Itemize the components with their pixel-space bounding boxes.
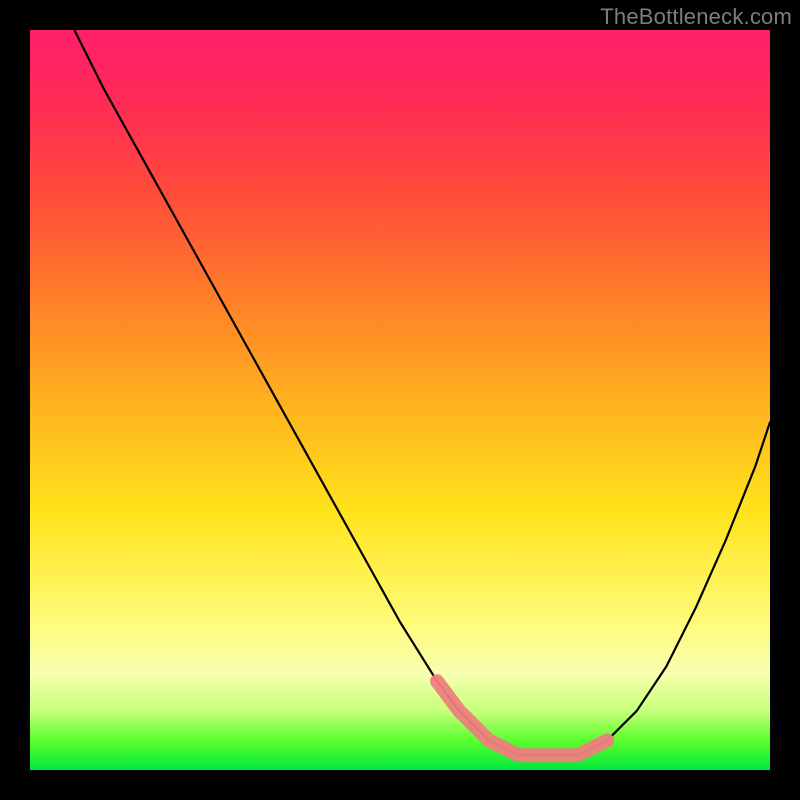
curve-line	[74, 30, 770, 755]
watermark-text: TheBottleneck.com	[600, 4, 792, 30]
plot-area	[30, 30, 770, 770]
highlight-segment	[437, 681, 607, 755]
chart-frame: TheBottleneck.com	[0, 0, 800, 800]
chart-svg	[30, 30, 770, 770]
